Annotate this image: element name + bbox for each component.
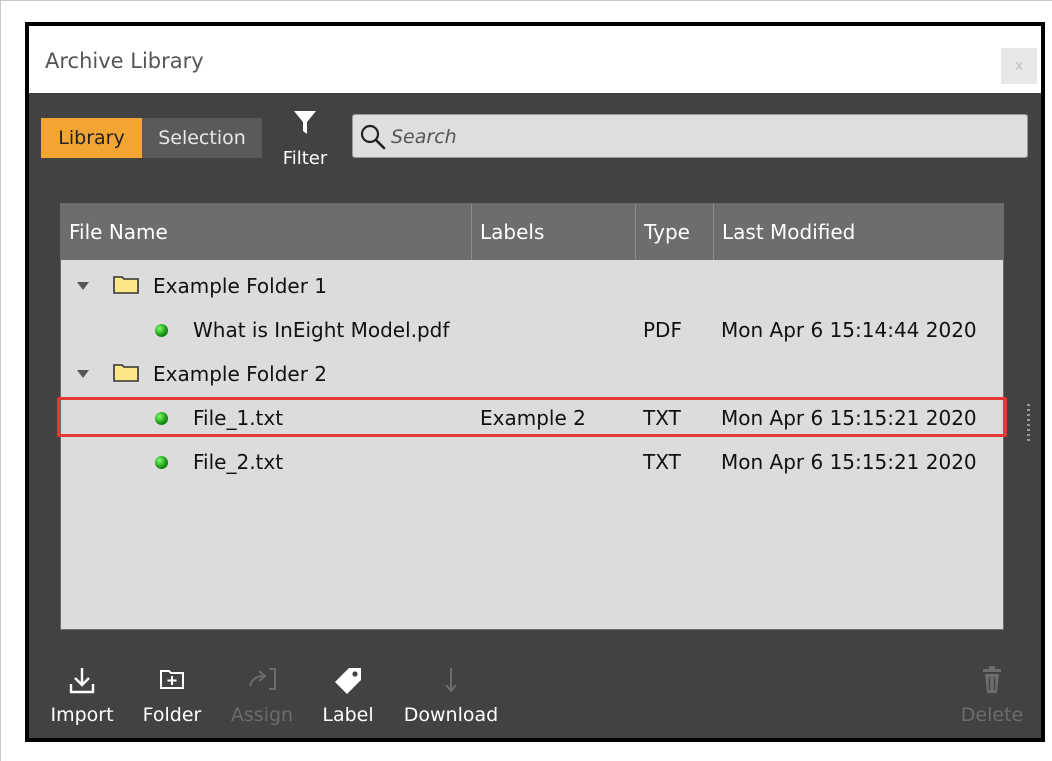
new-folder-icon — [160, 670, 184, 689]
file-last-modified: Mon Apr 6 15:14:44 2020 — [721, 318, 977, 342]
download-icon — [445, 668, 457, 693]
column-header-labels[interactable]: Labels — [472, 204, 636, 260]
column-header-last-modified[interactable]: Last Modified — [714, 204, 1003, 260]
file-last-modified: Mon Apr 6 15:15:21 2020 — [721, 450, 977, 474]
import-icon — [69, 668, 95, 694]
file-name: File_2.txt — [193, 450, 284, 474]
collapse-arrow-icon[interactable] — [77, 282, 89, 290]
column-header-file-name[interactable]: File Name — [61, 204, 472, 260]
download-label: Download — [403, 704, 499, 726]
folder-name: Example Folder 1 — [153, 274, 328, 298]
table-row[interactable]: File_2.txt TXT Mon Apr 6 15:15:21 2020 — [61, 440, 1003, 484]
file-table: File Name Labels Type Last Modified Exam… — [57, 203, 1007, 630]
folder-row[interactable]: Example Folder 2 — [61, 352, 1003, 396]
title-bar: Archive Library x — [29, 26, 1041, 93]
assign-button[interactable]: Assign — [223, 662, 301, 740]
trash-icon — [983, 666, 1001, 693]
status-dot-icon — [155, 456, 168, 469]
folder-row[interactable]: Example Folder 1 — [61, 264, 1003, 308]
folder-label: Folder — [142, 704, 202, 726]
filter-label: Filter — [282, 148, 328, 169]
assign-icon — [249, 668, 276, 690]
folder-icon — [113, 276, 139, 294]
filter-icon — [294, 111, 316, 134]
folder-name: Example Folder 2 — [153, 362, 328, 386]
table-row[interactable]: What is InEight Model.pdf PDF Mon Apr 6 … — [61, 308, 1003, 352]
delete-button[interactable]: Delete — [957, 662, 1027, 740]
collapse-arrow-icon[interactable] — [77, 370, 89, 378]
table-header: File Name Labels Type Last Modified — [61, 204, 1003, 260]
file-name: What is InEight Model.pdf — [193, 318, 450, 342]
tab-library[interactable]: Library — [41, 118, 142, 158]
panel-splitter-handle[interactable] — [1027, 404, 1030, 442]
search-box[interactable] — [352, 114, 1028, 158]
folder-icon — [113, 364, 139, 382]
table-row[interactable]: File_1.txt Example 2 TXT Mon Apr 6 15:15… — [57, 396, 1007, 440]
row-highlight — [57, 397, 1007, 437]
column-header-type[interactable]: Type — [636, 204, 714, 260]
folder-button[interactable]: Folder — [133, 662, 211, 740]
label-button[interactable]: Label — [313, 662, 383, 740]
file-type: PDF — [643, 318, 682, 342]
status-dot-icon — [155, 324, 168, 337]
search-input[interactable] — [389, 120, 1013, 154]
download-button[interactable]: Download — [399, 662, 503, 740]
tab-selection[interactable]: Selection — [142, 118, 262, 158]
assign-label: Assign — [230, 704, 294, 726]
file-type: TXT — [643, 450, 681, 474]
filter-button[interactable]: Filter — [277, 110, 333, 172]
tag-icon — [335, 668, 361, 694]
close-button[interactable]: x — [1001, 48, 1037, 84]
label-label: Label — [322, 704, 374, 726]
search-icon — [360, 124, 386, 150]
archive-library-window: Archive Library x Library Selection Filt… — [25, 22, 1045, 742]
delete-label: Delete — [960, 704, 1024, 726]
import-button[interactable]: Import — [43, 662, 121, 740]
import-label: Import — [50, 704, 114, 726]
window-title: Archive Library — [45, 49, 204, 73]
